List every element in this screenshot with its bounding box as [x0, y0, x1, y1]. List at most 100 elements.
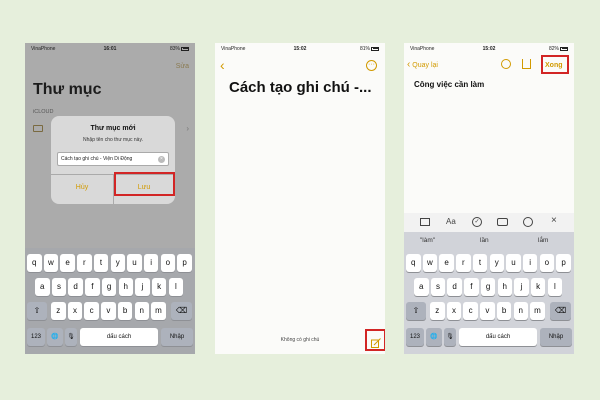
battery-icon [371, 46, 379, 51]
prediction-2[interactable]: lần [480, 237, 489, 244]
battery-icon [181, 46, 189, 51]
page-title: Thư mục [33, 81, 102, 98]
key-u[interactable]: u [506, 254, 521, 272]
folder-icon [33, 125, 43, 132]
key-v[interactable]: v [101, 302, 116, 320]
key-k[interactable]: k [151, 278, 167, 296]
shift-icon[interactable]: ⇧ [27, 302, 47, 320]
backspace-icon[interactable]: ⌫ [550, 302, 571, 320]
key-l[interactable]: l [547, 278, 563, 296]
keyboard: qwertyuiop asdfghjkl ⇧ z x c v b n m ⌫ 123 🌐 🎙 dấu … [25, 248, 195, 354]
key-d[interactable]: d [447, 278, 462, 296]
microphone-icon[interactable]: 🎙 [444, 328, 456, 346]
key-j[interactable]: j [514, 278, 529, 296]
numbers-key[interactable]: 123 [27, 328, 45, 346]
key-m[interactable]: m [151, 302, 166, 320]
key-p[interactable]: p [177, 254, 192, 272]
key-e[interactable]: e [60, 254, 75, 272]
key-a[interactable]: a [35, 278, 50, 296]
text-format-icon[interactable]: Aa [446, 217, 456, 226]
key-i[interactable]: i [143, 254, 159, 272]
key-m[interactable]: m [530, 302, 545, 320]
key-l[interactable]: l [168, 278, 184, 296]
key-x[interactable]: x [67, 302, 83, 320]
cancel-button[interactable]: Hủy [51, 184, 113, 191]
checklist-icon[interactable]: ✓ [472, 217, 482, 227]
prediction-1[interactable]: "làm" [420, 237, 435, 244]
key-h[interactable]: h [118, 278, 133, 296]
battery-indicator: 82% [549, 46, 568, 52]
key-x[interactable]: x [446, 302, 462, 320]
key-o[interactable]: o [160, 254, 176, 272]
key-c[interactable]: c [84, 302, 99, 320]
prediction-3[interactable]: lắm [538, 237, 548, 244]
predictive-bar: "làm" lần lắm [404, 232, 574, 250]
key-s[interactable]: s [51, 278, 67, 296]
key-b[interactable]: b [117, 302, 133, 320]
key-k[interactable]: k [530, 278, 546, 296]
clear-text-icon[interactable]: × [158, 156, 165, 163]
camera-icon[interactable] [497, 218, 508, 226]
back-button[interactable]: ‹ Quay lại [407, 59, 438, 70]
key-n[interactable]: n [513, 302, 528, 320]
markup-icon[interactable] [523, 217, 533, 227]
space-key[interactable]: dấu cách [80, 328, 158, 346]
close-icon[interactable]: × [551, 215, 557, 226]
key-g[interactable]: g [480, 278, 496, 296]
key-f[interactable]: f [85, 278, 100, 296]
key-c[interactable]: c [463, 302, 478, 320]
key-q[interactable]: q [27, 254, 42, 272]
key-g[interactable]: g [101, 278, 117, 296]
table-icon[interactable] [420, 218, 430, 226]
key-f[interactable]: f [464, 278, 479, 296]
key-r[interactable]: r [456, 254, 471, 272]
phone-screen-folder-empty: VinaPhone 15:02 81% ‹ ··· Cách tạo ghi c… [215, 43, 385, 354]
keyboard: "làm" lần lắm qwertyuiop asdfghjkl ⇧ z x c v… [404, 232, 574, 354]
key-r[interactable]: r [77, 254, 92, 272]
space-key[interactable]: dấu cách [459, 328, 537, 346]
key-a[interactable]: a [414, 278, 429, 296]
section-header: iCLOUD [33, 109, 54, 115]
key-u[interactable]: u [127, 254, 142, 272]
edit-button[interactable]: Sửa [176, 63, 189, 70]
key-s[interactable]: s [430, 278, 446, 296]
share-person-icon[interactable] [501, 59, 511, 69]
key-n[interactable]: n [134, 302, 149, 320]
microphone-icon[interactable]: 🎙 [65, 328, 77, 346]
key-d[interactable]: d [68, 278, 83, 296]
key-v[interactable]: v [480, 302, 495, 320]
shift-icon[interactable]: ⇧ [406, 302, 426, 320]
key-t[interactable]: t [93, 254, 109, 272]
key-o[interactable]: o [539, 254, 555, 272]
key-q[interactable]: q [406, 254, 421, 272]
key-t[interactable]: t [472, 254, 488, 272]
globe-icon[interactable]: 🌐 [47, 328, 63, 346]
key-z[interactable]: z [51, 302, 66, 320]
key-y[interactable]: y [489, 254, 504, 272]
key-h[interactable]: h [497, 278, 512, 296]
key-w[interactable]: w [43, 254, 59, 272]
highlight-box [541, 55, 569, 74]
key-j[interactable]: j [135, 278, 150, 296]
return-key[interactable]: Nhập [540, 328, 572, 346]
folder-title: Cách tạo ghi chú -... [229, 79, 372, 96]
backspace-icon[interactable]: ⌫ [171, 302, 192, 320]
note-text[interactable]: Công việc cần làm [414, 80, 484, 89]
key-e[interactable]: e [439, 254, 454, 272]
ellipsis-circle-icon[interactable]: ··· [366, 60, 377, 71]
numbers-key[interactable]: 123 [406, 328, 424, 346]
key-z[interactable]: z [430, 302, 445, 320]
chevron-right-icon: › [186, 124, 189, 133]
share-icon[interactable] [522, 59, 531, 69]
key-w[interactable]: w [422, 254, 438, 272]
battery-indicator: 81% [360, 46, 379, 52]
globe-icon[interactable]: 🌐 [426, 328, 442, 346]
key-b[interactable]: b [496, 302, 512, 320]
return-key[interactable]: Nhập [161, 328, 193, 346]
chevron-left-icon[interactable]: ‹ [220, 57, 225, 73]
folder-name-input[interactable]: Cách tạo ghi chú - Viện Di Động × [57, 152, 169, 166]
key-i[interactable]: i [522, 254, 538, 272]
key-y[interactable]: y [110, 254, 125, 272]
battery-icon [560, 46, 568, 51]
key-p[interactable]: p [556, 254, 571, 272]
